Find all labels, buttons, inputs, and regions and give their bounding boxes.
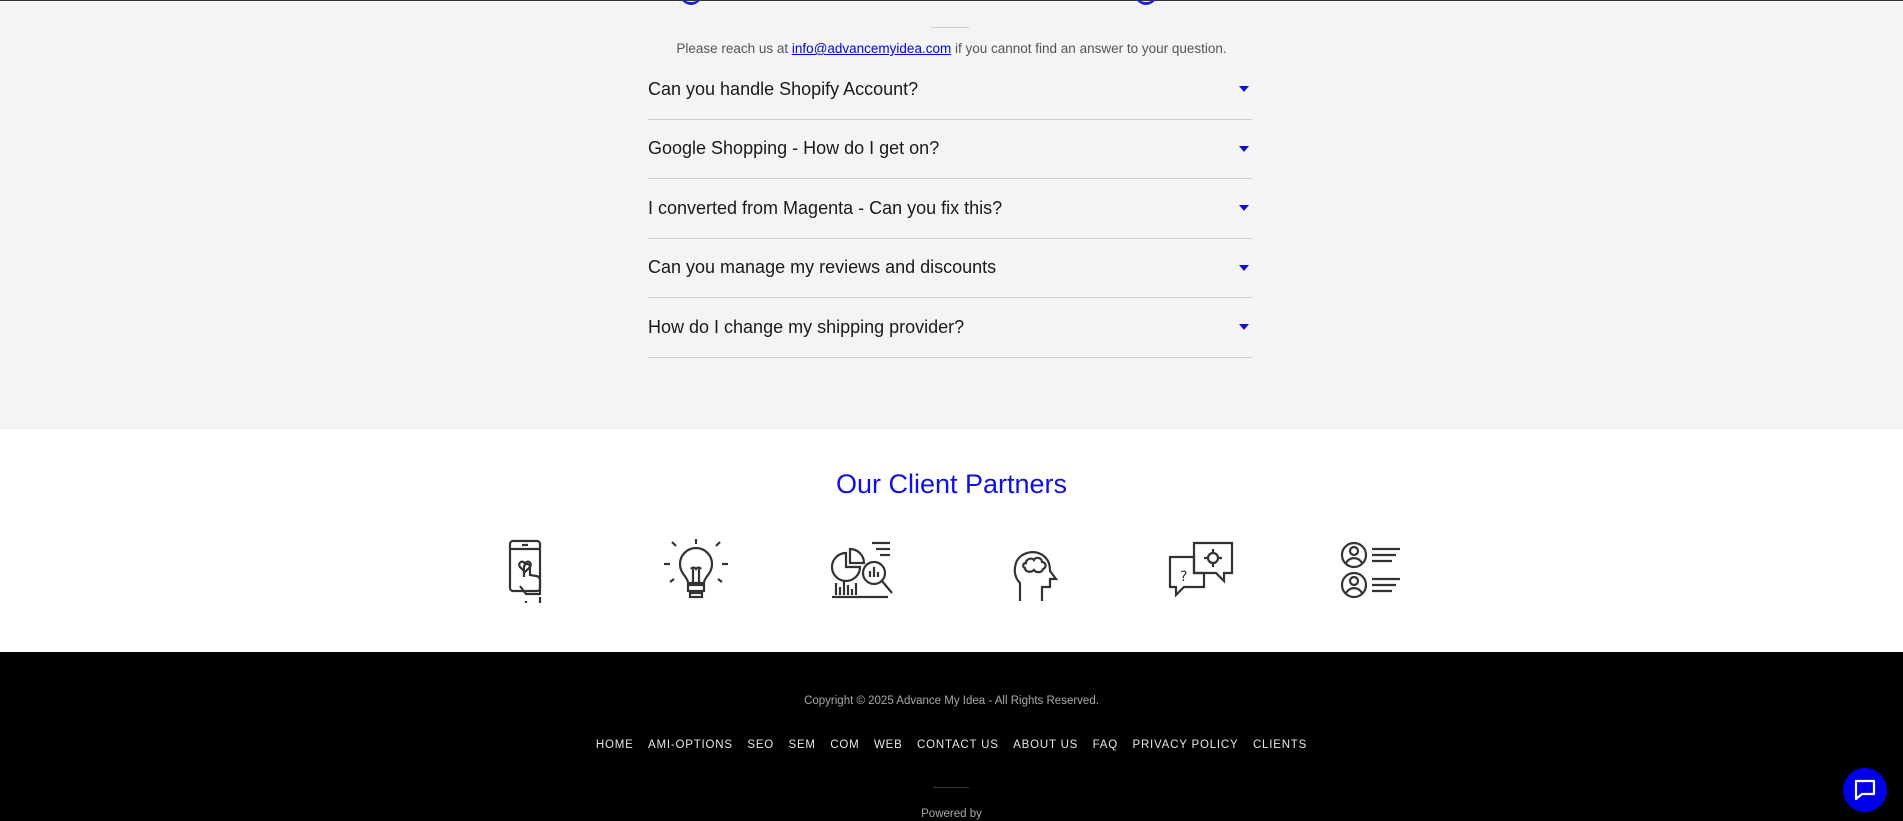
caret-down-icon (1239, 86, 1249, 93)
faq-question: Google Shopping - How do I get on? (648, 138, 940, 159)
caret-down-icon (1239, 205, 1249, 212)
footer-link-home[interactable]: HOME (596, 739, 634, 751)
contact-prefix: Please reach us at (676, 41, 789, 56)
caret-down-icon (1239, 324, 1249, 331)
faq-question: I converted from Magenta - Can you fix t… (648, 197, 1003, 218)
footer-link-faq[interactable]: FAQ (1093, 739, 1118, 751)
footer-link-sem[interactable]: SEM (788, 739, 815, 751)
lightbulb-icon (660, 539, 732, 605)
footer-link-contact-us[interactable]: CONTACT US (917, 739, 999, 751)
contact-suffix: if you cannot find an answer to your que… (954, 41, 1227, 56)
footer-divider (933, 787, 969, 788)
caret-down-icon (1239, 264, 1249, 271)
faq-item-magenta[interactable]: I converted from Magenta - Can you fix t… (648, 179, 1252, 239)
partners-title: Our Client Partners (835, 469, 1068, 499)
client-partners-section: Our Client Partners ? (0, 429, 1903, 652)
svg-text:?: ? (1180, 569, 1187, 585)
footer-nav: HOME AMI-OPTIONS SEO SEM COM WEB CONTACT… (0, 735, 1903, 753)
heading-fragment (1135, 0, 1157, 5)
footer-link-about-us[interactable]: ABOUT US (1013, 739, 1078, 751)
faq-list: Can you handle Shopify Account? Google S… (648, 60, 1252, 358)
faq-item-shipping[interactable]: How do I change my shipping provider? (648, 298, 1252, 358)
faq-question: Can you manage my reviews and discounts (648, 257, 997, 278)
faq-item-shopify[interactable]: Can you handle Shopify Account? (648, 60, 1252, 120)
faq-contact-text: Please reach us at info@advancemyidea.co… (0, 41, 1903, 56)
footer-link-privacy-policy[interactable]: PRIVACY POLICY (1132, 739, 1238, 751)
support-chat-icon: ? (1166, 539, 1238, 605)
contact-email-link[interactable]: info@advancemyidea.com (792, 41, 951, 56)
analytics-chart-icon (828, 539, 900, 605)
mobile-touch-icon (490, 539, 562, 605)
footer-link-com[interactable]: COM (830, 739, 859, 751)
copyright-text: Copyright © 2025 Advance My Idea - All R… (804, 695, 1099, 707)
footer-link-seo[interactable]: SEO (747, 739, 774, 751)
faq-divider (931, 27, 969, 28)
heading-fragment (680, 0, 702, 5)
caret-down-icon (1239, 145, 1249, 152)
chat-button[interactable] (1843, 768, 1887, 812)
head-brain-icon (998, 539, 1070, 605)
powered-by-text: Powered by (921, 808, 982, 820)
user-list-icon (1336, 539, 1408, 605)
site-footer: Copyright © 2025 Advance My Idea - All R… (0, 652, 1903, 821)
faq-question: How do I change my shipping provider? (648, 316, 965, 337)
faq-question: Can you handle Shopify Account? (648, 78, 919, 99)
faq-section: Please reach us at info@advancemyidea.co… (0, 0, 1903, 429)
footer-link-web[interactable]: WEB (874, 739, 903, 751)
footer-link-ami-options[interactable]: AMI-OPTIONS (648, 739, 733, 751)
faq-item-google-shopping[interactable]: Google Shopping - How do I get on? (648, 120, 1252, 179)
faq-item-reviews[interactable]: Can you manage my reviews and discounts (648, 239, 1252, 298)
chat-bubble-icon (1854, 779, 1876, 801)
footer-link-clients[interactable]: CLIENTS (1253, 739, 1307, 751)
